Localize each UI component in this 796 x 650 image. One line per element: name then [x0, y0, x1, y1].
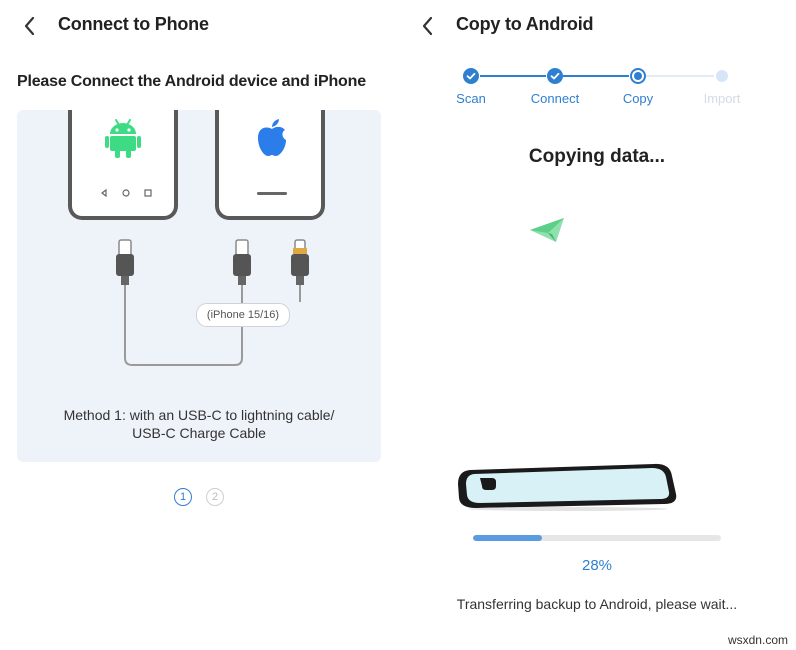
back-arrow-icon[interactable] — [416, 14, 440, 38]
cable-illustration — [116, 239, 309, 366]
method-line-1: Method 1: with an USB-C to lightning cab… — [63, 407, 335, 423]
step-label-copy: Copy — [622, 91, 654, 106]
usb-c-connector-middle — [233, 239, 251, 285]
method-line-2: USB-C Charge Cable — [132, 425, 266, 441]
paper-plane-icon — [530, 216, 568, 249]
page-title: Copy to Android — [456, 14, 594, 34]
connect-to-phone-screen: Connect to Phone Please Connect the Andr… — [0, 0, 398, 650]
step-connector — [480, 75, 546, 77]
connection-instruction: Please Connect the Android device and iP… — [17, 73, 366, 90]
step-connector — [646, 75, 714, 77]
check-icon — [547, 68, 563, 84]
pending-step-icon — [716, 70, 728, 82]
copying-heading: Copying data... — [528, 146, 666, 167]
progress-percent: 28% — [581, 557, 613, 574]
watermark: wsxdn.com — [727, 633, 788, 647]
step-label-scan: Scan — [456, 91, 486, 106]
pager-dot-1[interactable]: 1 — [174, 488, 192, 506]
progress-bar-fill — [473, 535, 543, 541]
back-arrow-icon[interactable] — [18, 14, 42, 38]
page-title: Connect to Phone — [58, 14, 209, 34]
iphone-model-tag: (iPhone 15/16) — [196, 303, 290, 327]
lightning-connector — [291, 239, 309, 285]
transfer-status-text: Transferring backup to Android, please w… — [456, 596, 738, 612]
check-icon — [463, 68, 479, 84]
step-connector — [563, 75, 629, 77]
method-description: Method 1: with an USB-C to lightning cab… — [17, 406, 381, 442]
active-step-icon — [630, 68, 646, 84]
connection-illustration-card: (iPhone 15/16) Method 1: with an USB-C t… — [17, 110, 381, 462]
usb-c-connector-left — [116, 239, 134, 285]
step-label-import: Import — [703, 91, 741, 106]
progress-bar — [473, 535, 721, 541]
copy-to-android-screen: Copy to Android Scan Connect Copy Import… — [398, 0, 796, 650]
phone-device-illustration — [456, 462, 680, 517]
pager-dot-2[interactable]: 2 — [206, 488, 224, 506]
progress-stepper: Scan Connect Copy Import — [398, 60, 796, 120]
step-label-connect: Connect — [530, 91, 580, 106]
